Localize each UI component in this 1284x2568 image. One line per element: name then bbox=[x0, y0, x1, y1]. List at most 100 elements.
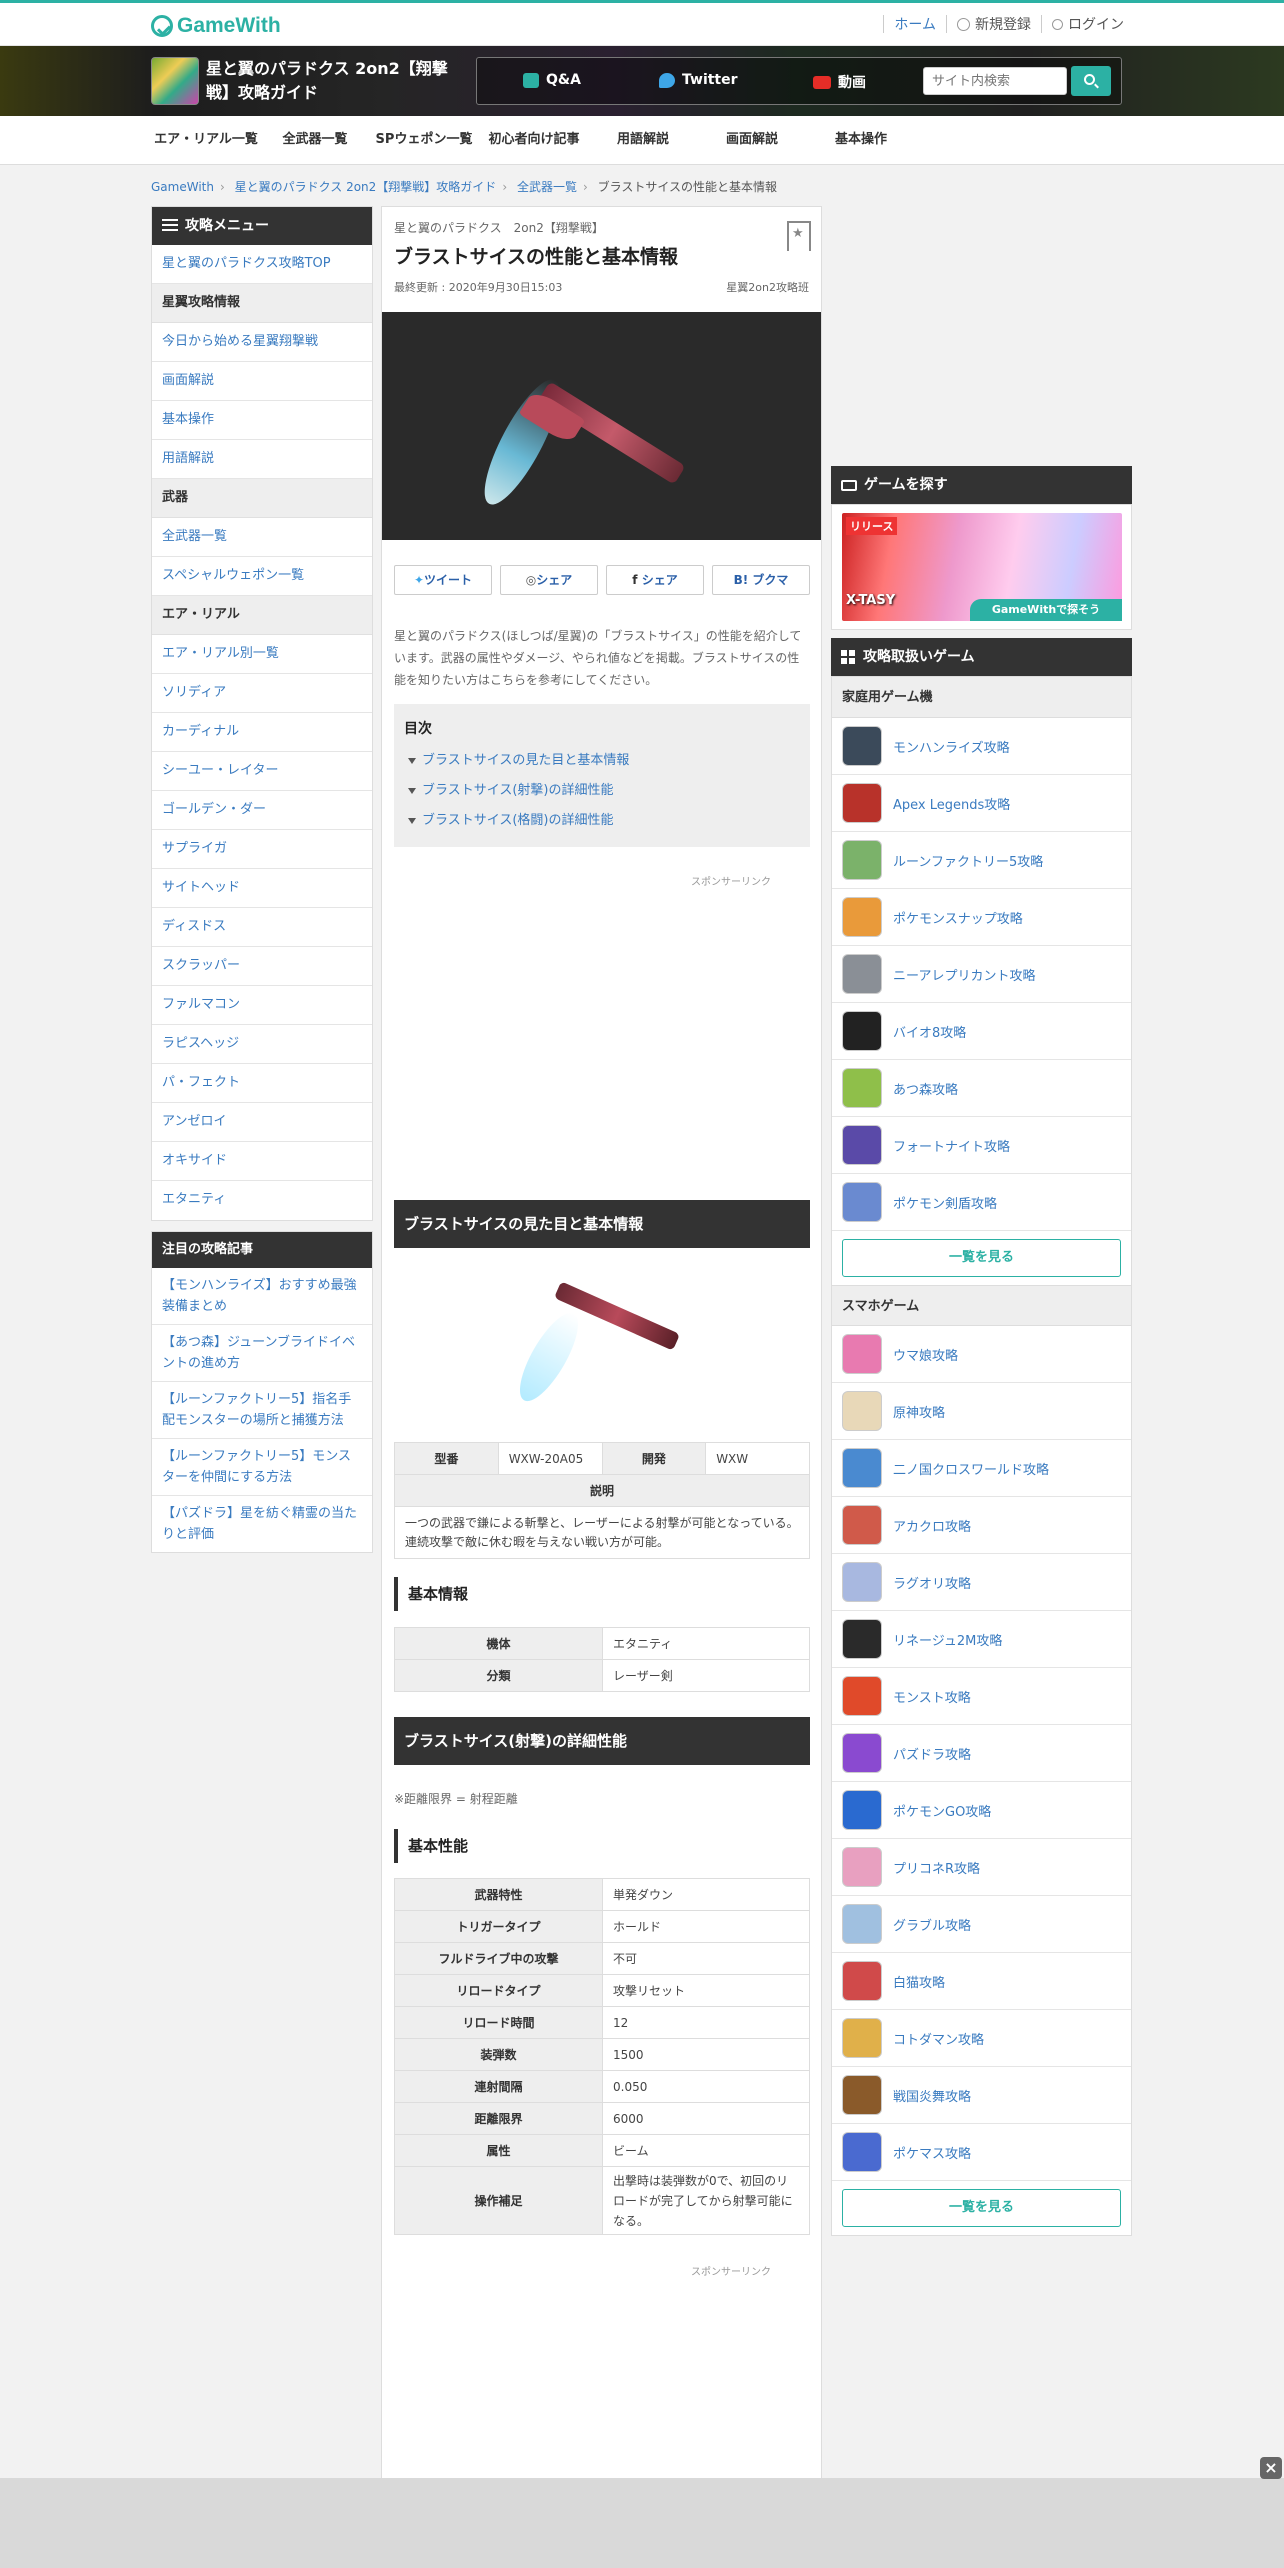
promo-banner[interactable]: リリース X-TASY GameWithで探そう bbox=[842, 513, 1122, 621]
game-list-item[interactable]: ポケモンGO攻略 bbox=[832, 1782, 1131, 1839]
game-list-item[interactable]: モンハンライズ攻略 bbox=[832, 718, 1131, 775]
toc-item[interactable]: ブラストサイス(格闘)の詳細性能 bbox=[404, 806, 800, 836]
sidebar-item[interactable]: サプライガ bbox=[152, 830, 372, 869]
game-thumbnail-icon bbox=[842, 726, 882, 766]
sidebar-item[interactable]: ゴールデン・ダー bbox=[152, 791, 372, 830]
game-list-item[interactable]: グラブル攻略 bbox=[832, 1896, 1131, 1953]
game-list-item[interactable]: ポケモンスナップ攻略 bbox=[832, 889, 1131, 946]
close-icon[interactable]: × bbox=[1260, 2457, 1282, 2479]
breadcrumb-weapons[interactable]: 全武器一覧 bbox=[517, 180, 577, 194]
sidebar-item[interactable]: シーユー・レイター bbox=[152, 752, 372, 791]
sidebar-item[interactable]: 画面解説 bbox=[152, 362, 372, 401]
game-list-item[interactable]: プリコネR攻略 bbox=[832, 1839, 1131, 1896]
game-list-item[interactable]: Apex Legends攻略 bbox=[832, 775, 1131, 832]
game-list-label: ラグオリ攻略 bbox=[893, 1576, 972, 1592]
nav-sp-weapons[interactable]: SPウェポン一覧 bbox=[369, 116, 479, 164]
game-list-item[interactable]: 白猫攻略 bbox=[832, 1953, 1131, 2010]
featured-article[interactable]: 【ルーンファクトリー5】指名手配モンスターの場所と捕獲方法 bbox=[152, 1382, 372, 1439]
mobile-games: ウマ娘攻略原神攻略 二ノ国クロスワールド攻略 アカクロ攻略ラグオリ攻略リネージュ2M… bbox=[832, 1326, 1131, 2181]
game-list-item[interactable]: ポケモン剣盾攻略 bbox=[832, 1174, 1131, 1231]
site-title[interactable]: 星と翼のパラドクス 2on2【翔撃戦】攻略ガイド bbox=[206, 57, 456, 105]
game-list-item[interactable]: フォートナイト攻略 bbox=[832, 1117, 1131, 1174]
facebook-share-button[interactable]: f シェア bbox=[606, 565, 704, 595]
tweet-button[interactable]: ✦ツイート bbox=[394, 565, 492, 595]
nav-basic-controls[interactable]: 基本操作 bbox=[807, 116, 915, 164]
featured-article[interactable]: 【あつ森】ジューンブライドイベントの進め方 bbox=[152, 1325, 372, 1382]
sidebar-item[interactable]: 今日から始める星翼翔撃戦 bbox=[152, 323, 372, 362]
game-list-label: ウマ娘攻略 bbox=[893, 1348, 959, 1364]
sidebar-item[interactable]: スペシャルウェポン一覧 bbox=[152, 557, 372, 596]
breadcrumb-sep: › bbox=[582, 180, 588, 194]
hatena-bookmark-button[interactable]: B! ブクマ bbox=[712, 565, 810, 595]
toc-item[interactable]: ブラストサイス(射撃)の詳細性能 bbox=[404, 776, 800, 806]
breadcrumb-guide[interactable]: 星と翼のパラドクス 2on2【翔撃戦】攻略ガイド bbox=[235, 180, 497, 194]
performance-heading: 基本性能 bbox=[394, 1829, 810, 1863]
featured-article[interactable]: 【モンハンライズ】おすすめ最強装備まとめ bbox=[152, 1268, 372, 1325]
game-list-item[interactable]: アカクロ攻略 bbox=[832, 1497, 1131, 1554]
video-link[interactable]: 動画 bbox=[813, 72, 866, 92]
featured-article[interactable]: 【ルーンファクトリー5】モンスターを仲間にする方法 bbox=[152, 1439, 372, 1496]
sidebar-item[interactable]: エア・リアル別一覧 bbox=[152, 635, 372, 674]
home-link[interactable]: ホーム bbox=[894, 14, 936, 34]
line-share-button[interactable]: ◎シェア bbox=[500, 565, 598, 595]
game-list-item[interactable]: バイオ8攻略 bbox=[832, 1003, 1131, 1060]
hatena-label: ブクマ bbox=[752, 573, 789, 587]
sidebar-item[interactable]: スクラッパー bbox=[152, 947, 372, 986]
perf-value: 攻撃リセット bbox=[602, 1974, 810, 2007]
guide-menu: 攻略メニュー 星と翼のパラドクス攻略TOP 星翼攻略情報 今日から始める星翼翔撃… bbox=[151, 206, 373, 1221]
search-button[interactable] bbox=[1071, 66, 1111, 96]
register-link[interactable]: 新規登録 bbox=[975, 14, 1031, 34]
nav-beginner[interactable]: 初心者向け記事 bbox=[479, 116, 589, 164]
game-list-item[interactable]: パズドラ攻略 bbox=[832, 1725, 1131, 1782]
nav-screen-guide[interactable]: 画面解説 bbox=[697, 116, 807, 164]
bookmark-icon[interactable] bbox=[787, 221, 811, 251]
game-list-item[interactable]: ニーアレプリカント攻略 bbox=[832, 946, 1131, 1003]
game-icon[interactable] bbox=[151, 57, 199, 105]
breadcrumb-home[interactable]: GameWith bbox=[151, 180, 214, 194]
featured-article[interactable]: 【パズドラ】星を紡ぐ精霊の当たりと評価 bbox=[152, 1496, 372, 1552]
sidebar-item[interactable]: 全武器一覧 bbox=[152, 518, 372, 557]
sidebar-item[interactable]: ディスドス bbox=[152, 908, 372, 947]
gamewith-logo[interactable]: GameWith bbox=[151, 12, 281, 40]
login-link[interactable]: ログイン bbox=[1068, 14, 1124, 34]
game-list-label: ルーンファクトリー5攻略 bbox=[893, 854, 1044, 870]
game-list-item[interactable]: 原神攻略 bbox=[832, 1383, 1131, 1440]
mobile-more-button[interactable]: 一覧を見る bbox=[842, 2189, 1121, 2227]
sidebar-item[interactable]: 用語解説 bbox=[152, 440, 372, 479]
top-bar: GameWith ホーム 新規登録 ログイン bbox=[0, 0, 1284, 46]
game-list-item[interactable]: 戦国炎舞攻略 bbox=[832, 2067, 1131, 2124]
toc-item[interactable]: ブラストサイスの見た目と基本情報 bbox=[404, 746, 800, 776]
sidebar-item[interactable]: オキサイド bbox=[152, 1142, 372, 1181]
game-list-item[interactable]: あつ森攻略 bbox=[832, 1060, 1131, 1117]
game-list-item[interactable]: 二ノ国クロスワールド攻略 bbox=[832, 1440, 1131, 1497]
nav-air-real-list[interactable]: エア・リアル一覧 bbox=[151, 116, 261, 164]
game-list-item[interactable]: ルーンファクトリー5攻略 bbox=[832, 832, 1131, 889]
qa-icon bbox=[523, 72, 539, 88]
game-list-item[interactable]: ポケマス攻略 bbox=[832, 2124, 1131, 2181]
game-thumbnail-icon bbox=[842, 783, 882, 823]
nav-all-weapons[interactable]: 全武器一覧 bbox=[261, 116, 369, 164]
twitter-link[interactable]: Twitter bbox=[659, 72, 738, 88]
game-list-item[interactable]: リネージュ2M攻略 bbox=[832, 1611, 1131, 1668]
game-list-item[interactable]: ウマ娘攻略 bbox=[832, 1326, 1131, 1383]
game-list-item[interactable]: コトダマン攻略 bbox=[832, 2010, 1131, 2067]
game-list-item[interactable]: モンスト攻略 bbox=[832, 1668, 1131, 1725]
sidebar-item[interactable]: ラピスヘッジ bbox=[152, 1025, 372, 1064]
perf-key: 距離限界 bbox=[394, 2102, 603, 2135]
qa-link[interactable]: Q&A bbox=[523, 72, 581, 88]
perf-value: 12 bbox=[602, 2006, 810, 2039]
sidebar-item[interactable]: ファルマコン bbox=[152, 986, 372, 1025]
sidebar-item[interactable]: カーディナル bbox=[152, 713, 372, 752]
sidebar-item[interactable]: 基本操作 bbox=[152, 401, 372, 440]
game-list-item[interactable]: ラグオリ攻略 bbox=[832, 1554, 1131, 1611]
sidebar-item[interactable]: エタニティ bbox=[152, 1181, 372, 1220]
search-input[interactable] bbox=[923, 67, 1067, 95]
sidebar-item[interactable]: アンゼロイ bbox=[152, 1103, 372, 1142]
console-more-button[interactable]: 一覧を見る bbox=[842, 1239, 1121, 1277]
sidebar-item[interactable]: ソリディア bbox=[152, 674, 372, 713]
sidebar-item[interactable]: サイトヘッド bbox=[152, 869, 372, 908]
sidebar-item-top[interactable]: 星と翼のパラドクス攻略TOP bbox=[152, 245, 372, 284]
sidebar-item[interactable]: パ・フェクト bbox=[152, 1064, 372, 1103]
nav-glossary[interactable]: 用語解説 bbox=[589, 116, 697, 164]
spec-dev-value: WXW bbox=[705, 1442, 810, 1475]
